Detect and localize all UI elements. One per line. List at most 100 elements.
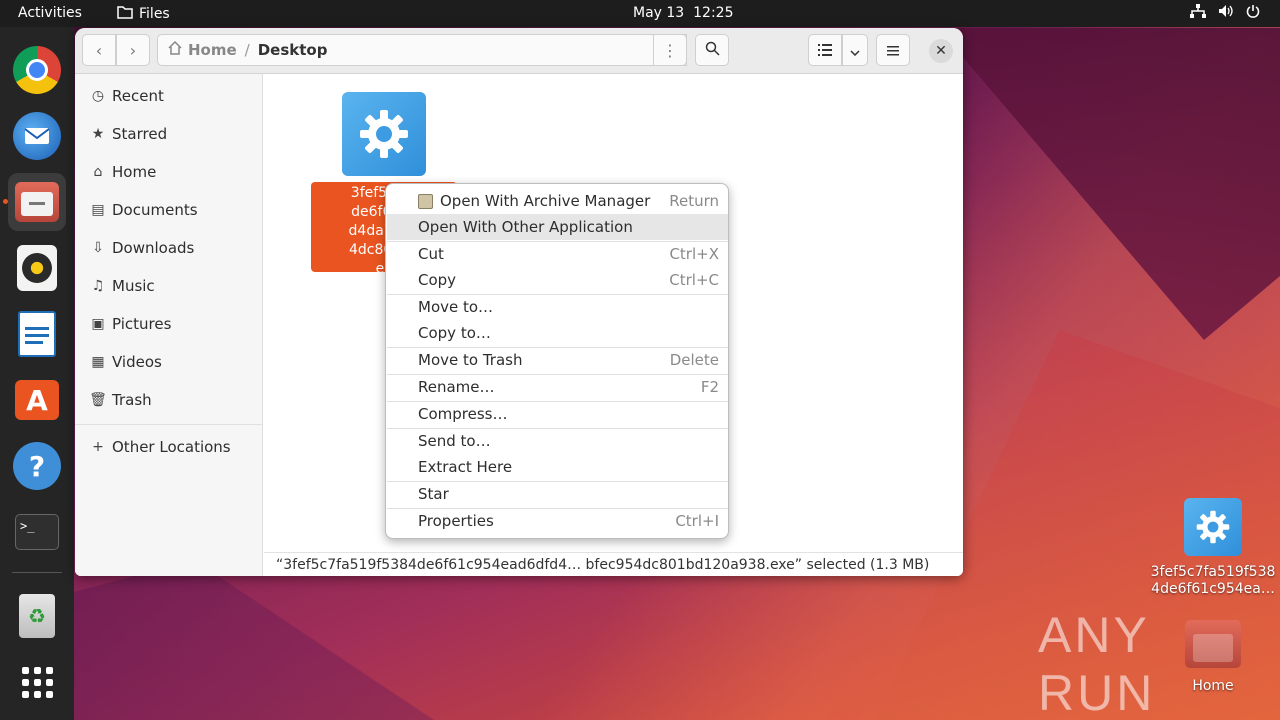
menu-move-to[interactable]: Move to…: [387, 294, 728, 320]
sidebar-item-pictures[interactable]: ▣ Pictures: [75, 305, 263, 343]
menu-cut[interactable]: Cut Ctrl+X: [387, 241, 728, 267]
rhythmbox-launcher[interactable]: [8, 239, 66, 297]
dock-separator: [12, 572, 62, 573]
network-icon: [1190, 4, 1206, 22]
sidebar-item-downloads[interactable]: ⇩ Downloads: [75, 229, 263, 267]
files-launcher[interactable]: [8, 173, 66, 231]
home-icon: ⌂: [93, 164, 103, 180]
desktop-file[interactable]: 3fef5c7fa519f538 4de6f61c954ea…: [1150, 498, 1276, 598]
help-icon: ?: [13, 442, 61, 490]
search-button[interactable]: [695, 34, 729, 66]
sidebar-item-label: Home: [112, 163, 157, 181]
sidebar-item-documents[interactable]: ▤ Documents: [75, 191, 263, 229]
sidebar-item-other-locations[interactable]: + Other Locations: [75, 428, 263, 466]
executable-file-icon[interactable]: [342, 92, 426, 176]
top-bar: Activities Files May 13 12:25: [0, 0, 1280, 27]
menu-extract-here[interactable]: Extract Here: [387, 454, 728, 480]
app-menu[interactable]: Files: [117, 5, 170, 23]
archive-manager-icon: [418, 194, 433, 209]
main-menu-button[interactable]: [876, 34, 910, 66]
gear-icon: [360, 110, 408, 158]
trash-icon: 🗑: [89, 392, 107, 408]
path-bar: Home / Desktop: [157, 34, 687, 66]
forward-button[interactable]: ›: [116, 34, 150, 66]
home-icon: [168, 40, 182, 59]
plus-icon: +: [92, 439, 104, 455]
dock: A ? >_ ♻: [0, 27, 74, 720]
chrome-icon: [13, 46, 61, 94]
recycle-bin-icon: ♻: [19, 594, 55, 638]
star-icon: ★: [91, 126, 105, 142]
help-launcher[interactable]: ?: [8, 437, 66, 495]
power-icon: [1246, 4, 1260, 22]
gear-icon: [1184, 498, 1242, 556]
app-grid-icon: [21, 666, 53, 698]
header-bar: ‹ › Home / Desktop ⋮ ✕: [75, 28, 963, 74]
files-icon: [15, 182, 59, 222]
trash-launcher[interactable]: ♻: [8, 587, 66, 645]
sidebar-item-label: Starred: [112, 125, 168, 143]
sidebar-item-label: Videos: [112, 353, 162, 371]
sidebar-item-music[interactable]: ♫ Music: [75, 267, 263, 305]
sidebar-item-starred[interactable]: ★ Starred: [75, 115, 263, 153]
picture-icon: ▣: [91, 316, 105, 332]
chevron-left-icon: ‹: [95, 40, 103, 60]
music-icon: ♫: [91, 278, 105, 294]
menu-rename[interactable]: Rename… F2: [387, 374, 728, 400]
sidebar-item-videos[interactable]: ▦ Videos: [75, 343, 263, 381]
sidebar-item-label: Music: [112, 277, 155, 295]
writer-launcher[interactable]: [8, 305, 66, 363]
menu-compress[interactable]: Compress…: [387, 401, 728, 427]
sidebar-item-label: Documents: [112, 201, 198, 219]
menu-move-to-trash[interactable]: Move to Trash Delete: [387, 347, 728, 373]
menu-properties[interactable]: Properties Ctrl+I: [387, 508, 728, 534]
thunderbird-icon: [13, 112, 61, 160]
menu-send-to[interactable]: Send to…: [387, 428, 728, 454]
search-icon: [705, 41, 720, 60]
volume-icon: [1218, 4, 1234, 22]
watermark: ANY RUN: [1038, 607, 1156, 720]
show-apps-button[interactable]: [8, 653, 66, 711]
terminal-launcher[interactable]: >_: [8, 503, 66, 561]
clock[interactable]: May 13 12:25: [633, 5, 733, 21]
app-center-launcher[interactable]: A: [8, 371, 66, 429]
menu-star[interactable]: Star: [387, 481, 728, 507]
download-icon: ⇩: [92, 240, 104, 256]
menu-copy[interactable]: Copy Ctrl+C: [387, 267, 728, 293]
menu-copy-to[interactable]: Copy to…: [387, 320, 728, 346]
system-tray[interactable]: [1190, 4, 1260, 22]
list-view-icon: [818, 41, 832, 60]
path-home[interactable]: Home: [188, 41, 237, 59]
path-menu-button[interactable]: ⋮: [653, 34, 687, 66]
hamburger-icon: [887, 41, 899, 60]
sidebar-item-trash[interactable]: 🗑 Trash: [75, 381, 263, 419]
wallpaper-shape: [74, 560, 434, 720]
view-toggle-button[interactable]: [808, 34, 842, 66]
menu-open-archive-manager[interactable]: Open With Archive Manager Return: [387, 188, 728, 214]
speaker-icon: [17, 245, 57, 291]
back-button[interactable]: ‹: [82, 34, 116, 66]
sidebar-item-home[interactable]: ⌂ Home: [75, 153, 263, 191]
close-button[interactable]: ✕: [929, 39, 953, 63]
thunderbird-launcher[interactable]: [8, 107, 66, 165]
sidebar-item-label: Trash: [112, 391, 152, 409]
kebab-menu-icon: ⋮: [662, 40, 678, 60]
sidebar-item-label: Pictures: [112, 315, 172, 333]
sidebar-item-label: Recent: [112, 87, 164, 105]
sidebar-divider: [75, 424, 263, 425]
app-store-icon: A: [15, 380, 59, 420]
view-options-button[interactable]: [842, 34, 868, 66]
chrome-launcher[interactable]: [8, 41, 66, 99]
sidebar-item-recent[interactable]: ◷ Recent: [75, 77, 263, 115]
path-current[interactable]: Desktop: [258, 41, 328, 59]
document-icon: ▤: [91, 202, 105, 218]
menu-open-other-application[interactable]: Open With Other Application: [387, 214, 728, 240]
terminal-icon: >_: [15, 514, 59, 550]
activities-button[interactable]: Activities: [18, 5, 82, 21]
sidebar-item-label: Downloads: [112, 239, 195, 257]
context-menu: Open With Archive Manager Return Open Wit…: [385, 183, 729, 539]
video-icon: ▦: [91, 354, 105, 370]
path-separator: /: [244, 41, 250, 59]
selection-status: “3fef5c7fa519f5384de6f61c954ead6dfd4… bf…: [264, 552, 963, 576]
clock-icon: ◷: [91, 88, 105, 104]
